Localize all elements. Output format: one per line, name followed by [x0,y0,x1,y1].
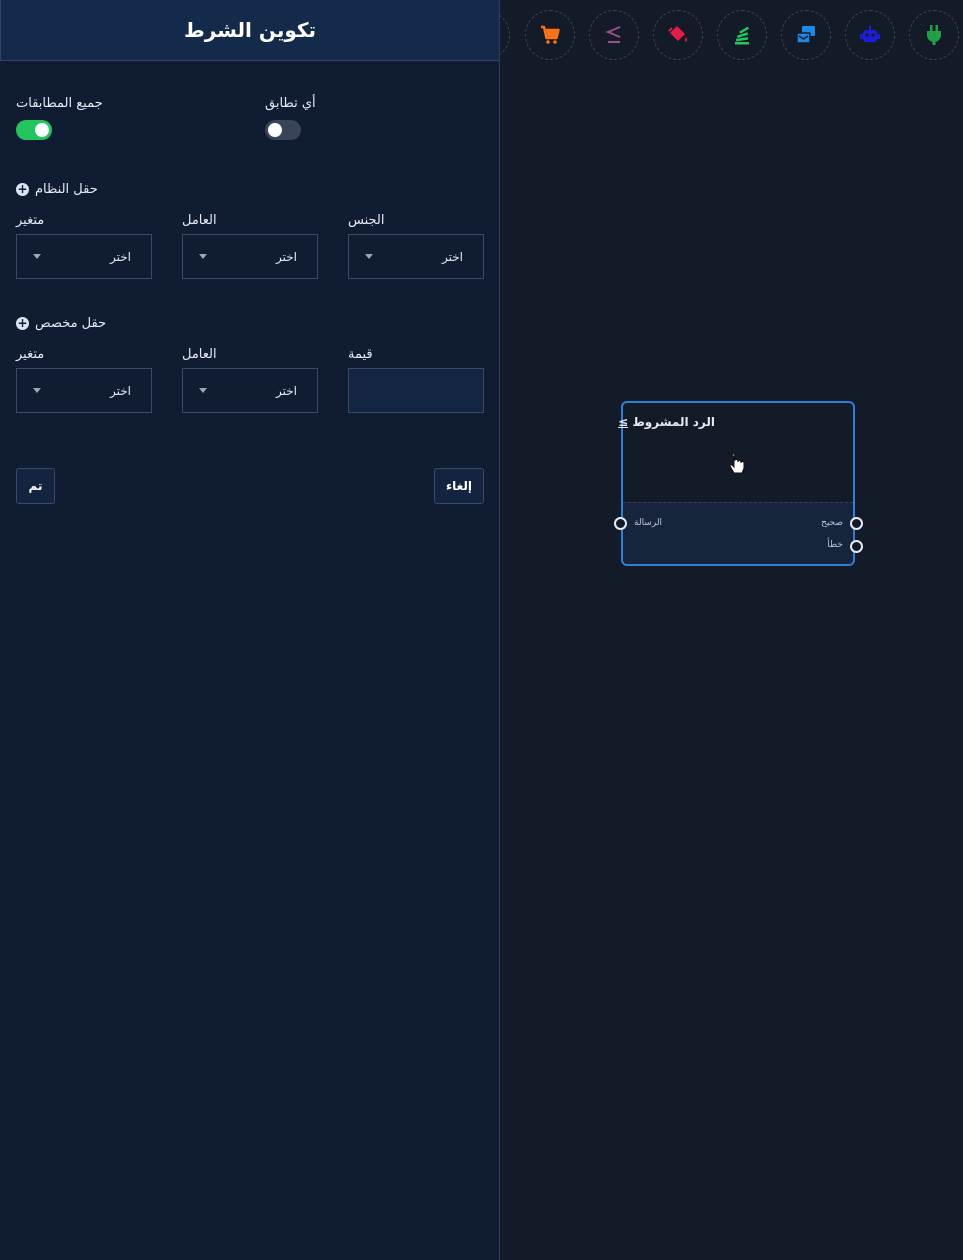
chevron-down-icon [199,388,207,393]
all-match-toggle[interactable] [16,120,52,140]
cart-icon[interactable] [525,10,575,60]
node-title-text: الرد المشروط [632,415,715,429]
input-message-label: الرسالة [634,518,663,528]
any-match-toggle[interactable] [265,120,301,140]
select-value: اختر [276,383,297,398]
add-custom-field-button[interactable]: حقل مخصص + [16,316,106,331]
transfer-icon[interactable] [781,10,831,60]
chevron-down-icon [199,254,207,259]
custom-variable-select[interactable]: اختر [16,368,152,413]
input-port[interactable] [614,517,627,530]
stack-icon[interactable] [717,10,767,60]
select-value: اختر [110,249,131,264]
less-equal-icon: ≥ [618,415,629,429]
plug-icon[interactable] [909,10,959,60]
panel-header: تكوين الشرط [0,0,499,61]
system-field-heading: حقل النظام [35,182,98,197]
done-button[interactable]: تم [16,468,55,504]
condition-config-panel: تكوين الشرط أي تطابق جميع المطابقات حقل … [0,0,500,1260]
output-true-port[interactable] [850,517,863,530]
add-system-field-button[interactable]: حقل النظام + [16,182,98,197]
output-false-label: خطأ [827,540,843,550]
hand-cursor-icon [728,453,746,482]
select-value: اختر [276,249,297,264]
robot-icon[interactable] [845,10,895,60]
select-value: اختر [442,249,463,264]
node-footer: الرسالة صحيح خطأ [623,502,853,564]
plus-icon: + [16,182,29,196]
cancel-button[interactable]: إلغاء [434,468,484,504]
system-col2-label: العامل [182,213,217,228]
less-equal-icon[interactable] [589,10,639,60]
plus-icon: + [16,316,29,330]
custom-col3-label: متغير [16,347,45,362]
system-gender-select[interactable]: اختر [348,234,484,279]
output-true-label: صحيح [821,518,843,528]
system-col3-label: متغير [16,213,45,228]
system-operator-select[interactable]: اختر [182,234,318,279]
system-col1-label: الجنس [348,213,385,228]
custom-col1-label: قيمة [348,347,373,362]
custom-col2-label: العامل [182,347,217,362]
system-variable-select[interactable]: اختر [16,234,152,279]
paint-bucket-icon[interactable] [653,10,703,60]
output-false-port[interactable] [850,540,863,553]
chevron-down-icon [33,254,41,259]
chevron-down-icon [33,388,41,393]
all-match-label: جميع المطابقات [16,96,103,111]
custom-operator-select[interactable]: اختر [182,368,318,413]
conditional-response-node[interactable]: الرد المشروط ≥ الرسالة صحيح خطأ [618,401,855,566]
custom-field-heading: حقل مخصص [35,316,107,331]
custom-value-input[interactable] [348,368,484,413]
panel-title: تكوين الشرط [183,18,317,42]
node-title: الرد المشروط ≥ [615,415,715,429]
chevron-down-icon [365,254,373,259]
select-value: اختر [110,383,131,398]
any-match-label: أي تطابق [265,96,316,111]
